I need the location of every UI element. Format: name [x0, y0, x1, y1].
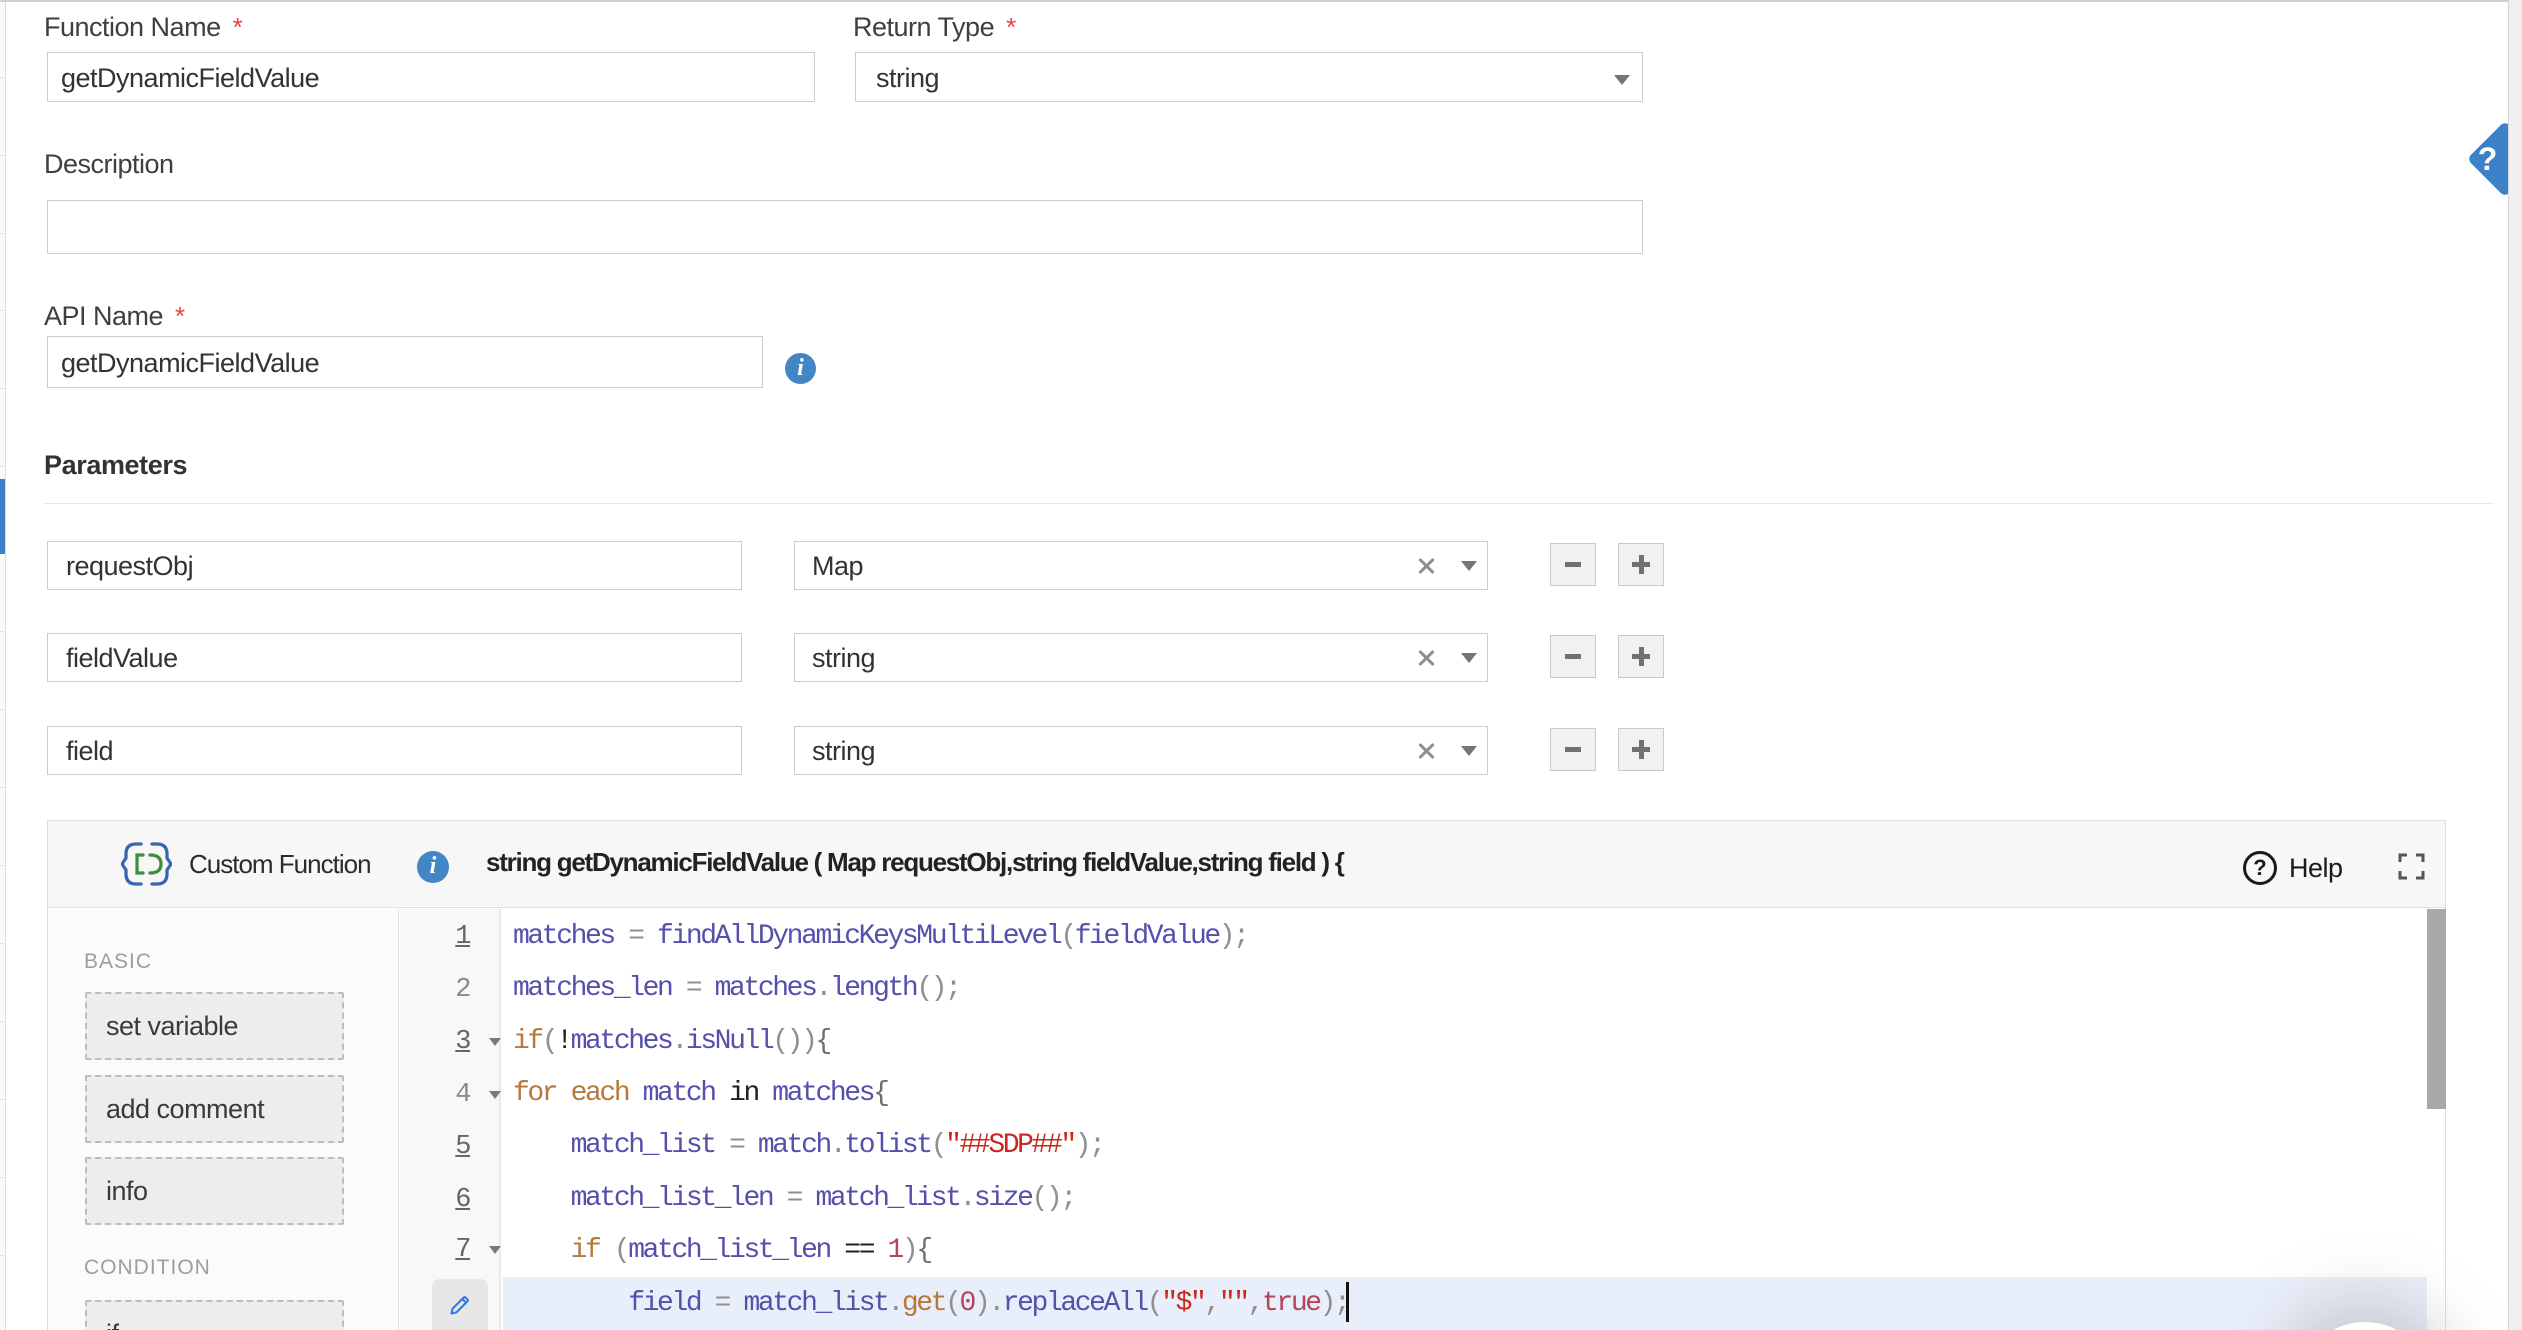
svg-text:?: ? [2478, 141, 2498, 177]
